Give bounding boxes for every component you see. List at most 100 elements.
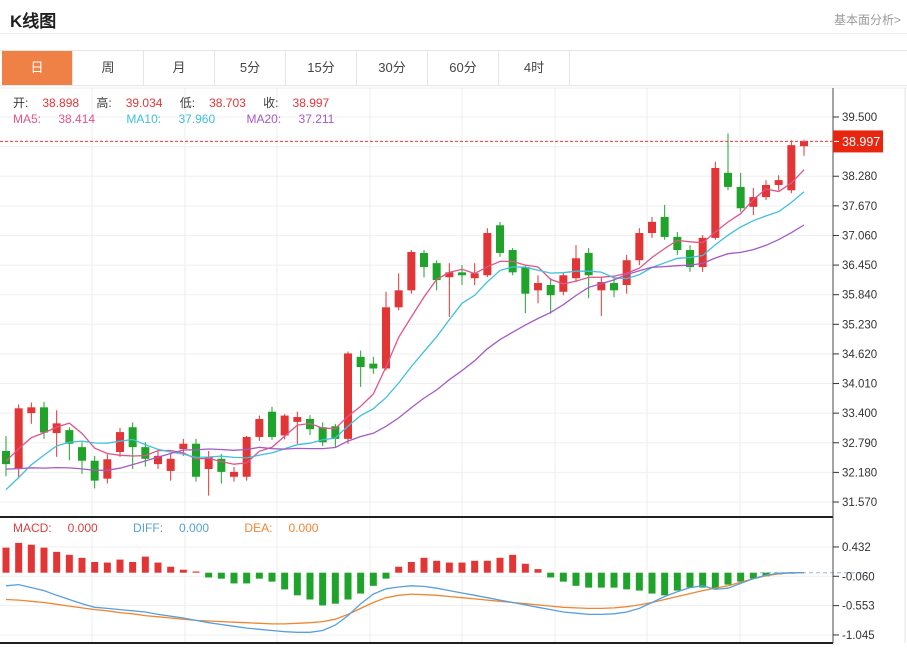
dea-label: DEA:: [244, 521, 272, 535]
tab-5min[interactable]: 5分: [215, 51, 286, 85]
ma20-line: [6, 225, 804, 470]
tab-month[interactable]: 月: [144, 51, 215, 85]
price-tick-label: 33.400: [842, 408, 877, 420]
tab-15min[interactable]: 15分: [286, 51, 357, 85]
ma20-label: MA20:: [246, 112, 281, 126]
macd-bar: [471, 561, 478, 573]
candle-body: [357, 357, 365, 367]
macd-bar: [395, 567, 402, 573]
candle-body: [129, 427, 137, 447]
macd-bar: [269, 573, 276, 582]
fundamental-analysis-link[interactable]: 基本面分析>: [834, 11, 901, 28]
candle-body: [141, 447, 149, 459]
macd-value: 0.000: [68, 521, 98, 535]
macd-bar: [661, 573, 668, 596]
macd-bar: [674, 573, 681, 591]
candle-body: [711, 168, 719, 238]
macd-bar: [41, 548, 48, 573]
price-tick-label: 35.840: [842, 290, 877, 302]
price-tick-label: 34.010: [842, 379, 877, 391]
ma20-value: 37.211: [299, 112, 335, 126]
macd-bar: [598, 573, 605, 588]
macd-bar: [573, 573, 580, 586]
macd-bar: [712, 573, 719, 590]
page-title: K线图: [10, 7, 56, 32]
macd-histogram: [3, 543, 795, 606]
macd-bar: [725, 573, 732, 585]
macd-bar: [687, 573, 694, 588]
macd-bar: [167, 567, 174, 573]
svg-text:38.997: 38.997: [842, 135, 880, 149]
price-tick-label: 38.280: [842, 171, 877, 183]
macd-bar: [345, 573, 352, 600]
candle-body: [420, 253, 428, 267]
macd-bar: [737, 573, 744, 582]
macd-bar: [332, 573, 339, 604]
macd-axis-labels: 0.432-0.060-0.553-1.045: [833, 542, 875, 642]
price-axis-labels: 39.50038.89038.28037.67037.06036.45035.8…: [833, 112, 877, 509]
current-price-tag: 38.997: [833, 130, 883, 152]
grid: [0, 88, 907, 643]
candle-body: [661, 217, 669, 237]
macd-bar: [446, 563, 453, 573]
candle-body: [192, 444, 200, 477]
macd-bar: [104, 563, 111, 573]
macd-bar: [15, 543, 22, 573]
candle-body: [293, 417, 301, 422]
candle-body: [635, 233, 643, 260]
macd-bar: [231, 573, 238, 584]
candle-body: [572, 258, 580, 278]
macd-bar: [193, 572, 200, 573]
close-value: 38.997: [293, 96, 330, 110]
macd-bar: [117, 560, 124, 573]
candle-body: [673, 237, 681, 250]
tab-30min[interactable]: 30分: [357, 51, 428, 85]
macd-bar: [66, 555, 73, 573]
tab-4hour[interactable]: 4时: [499, 51, 570, 85]
open-value: 38.898: [42, 96, 79, 110]
price-tick-label: 32.790: [842, 438, 877, 450]
macd-bar: [129, 562, 136, 573]
candle-body: [724, 173, 732, 187]
macd-bar: [218, 573, 225, 579]
ma10-value: 37.960: [178, 112, 215, 126]
macd-bar: [142, 557, 149, 573]
high-value: 39.034: [126, 96, 163, 110]
period-tabbar: 日 周 月 5分 15分 30分 60分 4时: [0, 50, 907, 86]
kline-app: K线图 基本面分析> 日 周 月 5分 15分 30分 60分 4时 39.50…: [0, 0, 907, 649]
candle-body: [167, 459, 175, 471]
macd-bar: [636, 573, 643, 591]
macd-bar: [497, 558, 504, 573]
price-tick-label: 37.670: [842, 201, 877, 213]
tab-60min[interactable]: 60分: [428, 51, 499, 85]
macd-bar: [421, 558, 428, 573]
candle-body: [395, 290, 403, 307]
price-tick-label: 34.620: [842, 349, 877, 361]
macd-bar: [180, 570, 187, 573]
dea-value: 0.000: [288, 521, 318, 535]
dea-line: [6, 573, 804, 624]
tab-day[interactable]: 日: [2, 51, 73, 85]
price-tick-label: 35.230: [842, 319, 877, 331]
tab-week[interactable]: 周: [73, 51, 144, 85]
macd-readout: MACD:0.000 DIFF:0.000 DEA:0.000: [13, 521, 350, 535]
ma-readout: MA5: 38.414 MA10: 37.960 MA20: 37.211: [13, 112, 362, 126]
candle-body: [737, 187, 745, 208]
macd-tick-label: -0.060: [842, 571, 875, 583]
macd-bar: [408, 562, 415, 573]
ma5-line: [6, 170, 804, 464]
macd-tick-label: -0.553: [842, 601, 875, 613]
price-tick-label: 32.180: [842, 467, 877, 479]
macd-bar: [28, 545, 35, 573]
candle-body: [547, 285, 555, 295]
ma5-label: MA5:: [13, 112, 41, 126]
candle-body: [610, 283, 618, 290]
candle-body: [78, 447, 86, 461]
ohlc-readout: 开:38.898 高:39.034 低:38.703 收:38.997: [13, 94, 343, 111]
candle-body: [775, 180, 783, 185]
open-label: 开:: [13, 96, 28, 110]
macd-bar: [459, 563, 466, 573]
macd-bar: [307, 573, 314, 600]
ma5-value: 38.414: [58, 112, 95, 126]
candle-body: [648, 222, 656, 233]
